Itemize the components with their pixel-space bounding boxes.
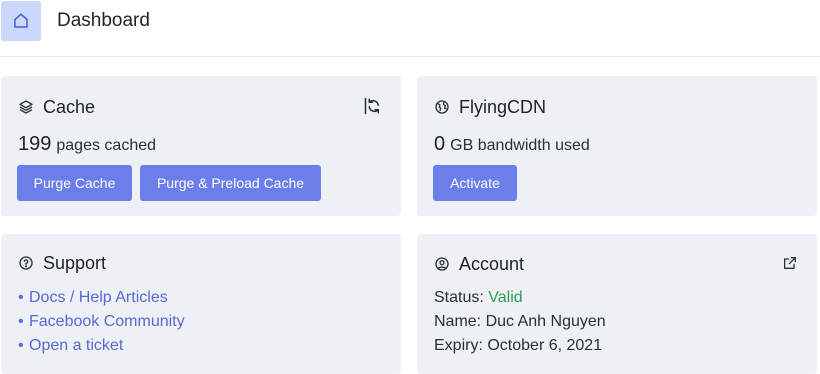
account-name-row: Name: Duc Anh Nguyen — [434, 310, 606, 334]
refresh-icon[interactable] — [364, 97, 382, 115]
bandwidth-stat: 0 GB bandwidth used — [434, 132, 590, 158]
help-circle-icon — [18, 255, 34, 271]
cache-card-header: Cache — [18, 96, 95, 118]
account-title: Account — [459, 254, 525, 274]
layers-icon — [18, 99, 34, 115]
activate-button[interactable]: Activate — [433, 165, 517, 201]
list-item: • Open a ticket — [18, 337, 124, 354]
facebook-community-link[interactable]: Facebook Community — [29, 313, 185, 330]
status-value: Valid — [488, 289, 523, 306]
page-title: Dashboard — [57, 10, 150, 31]
home-icon — [14, 13, 28, 28]
account-card-header: Account — [434, 253, 524, 275]
open-ticket-link[interactable]: Open a ticket — [29, 337, 123, 354]
cache-stat: 199 pages cached — [18, 132, 156, 158]
account-expiry-row: Expiry: October 6, 2021 — [434, 334, 606, 358]
docs-help-link[interactable]: Docs / Help Articles — [29, 289, 168, 306]
cache-title: Cache — [43, 97, 96, 117]
support-card: Support • Docs / Help Articles • Facebook … — [1, 234, 401, 374]
account-info: Status: Valid Name: Duc Anh Nguyen Expir… — [434, 286, 606, 358]
user-circle-icon — [434, 256, 450, 272]
flyingcdn-card: FlyingCDN 0 GB bandwidth used Activate — [417, 76, 817, 216]
name-label: Name: — [434, 313, 482, 330]
globe-icon — [434, 99, 450, 115]
list-item: • Facebook Community — [18, 313, 185, 330]
account-status-row: Status: Valid — [434, 286, 606, 310]
top-bar: Dashboard — [0, 0, 820, 57]
flyingcdn-title: FlyingCDN — [459, 97, 547, 117]
pages-cached-label: pages cached — [56, 137, 157, 154]
expiry-label: Expiry: — [434, 337, 483, 354]
list-item: • Docs / Help Articles — [18, 289, 168, 306]
flyingcdn-card-header: FlyingCDN — [434, 96, 546, 118]
bandwidth-label: GB bandwidth used — [450, 137, 590, 154]
home-button[interactable] — [1, 1, 41, 41]
purge-preload-cache-button[interactable]: Purge & Preload Cache — [140, 165, 321, 201]
purge-cache-button[interactable]: Purge Cache — [17, 165, 132, 201]
name-value: Duc Anh Nguyen — [485, 313, 606, 330]
support-title: Support — [43, 253, 107, 273]
account-card: Account Status: Valid Name: Duc Anh Nguy… — [417, 234, 817, 374]
status-label: Status: — [434, 289, 484, 306]
expiry-value: October 6, 2021 — [487, 337, 603, 354]
bandwidth-value: 0 — [434, 133, 446, 155]
support-card-header: Support — [18, 252, 106, 274]
external-link-icon[interactable] — [782, 255, 798, 271]
pages-cached-count: 199 — [18, 133, 52, 155]
cache-card: Cache 199 pages cached Purge Cache Purge… — [1, 76, 401, 216]
support-links: • Docs / Help Articles • Facebook Communit… — [18, 286, 185, 358]
